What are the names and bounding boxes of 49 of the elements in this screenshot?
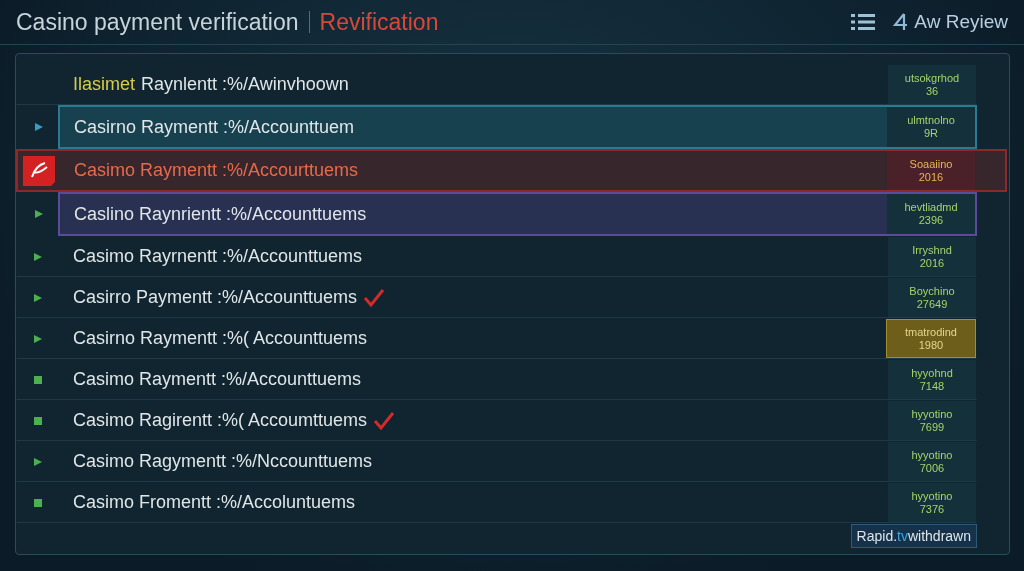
status-code: 36 xyxy=(925,84,939,98)
payment-row[interactable]: Casimo Raymentt :%/Accounttuems hyyohnd 7148 xyxy=(16,359,977,400)
status-code: 7006 xyxy=(919,461,945,475)
row-label: Casimo Ragirentt :%( Accoumttuems xyxy=(73,410,368,431)
status-code: 2016 xyxy=(918,170,944,184)
status-text: Soaaiino xyxy=(909,157,953,171)
row-label: Casirro Paymentt :%/Accounttuems xyxy=(73,287,358,308)
payment-row[interactable]: Casimo Fromentt :%/Accoluntuems hyyotino 7376 xyxy=(16,482,977,523)
payment-row[interactable]: Casimo Raymentt :%/Accourttuems Soaaiino 2016 xyxy=(16,149,1007,192)
status-code: 7148 xyxy=(919,379,945,393)
status-text: hyyohnd xyxy=(911,366,953,380)
list-button[interactable] xyxy=(849,11,878,33)
status-text: hevtliadmd xyxy=(904,201,958,214)
row-label: Casimo Ragymentt :%/Nccounttuems xyxy=(73,451,373,472)
status-text: tmatrodind xyxy=(905,325,957,339)
withdrawn-button[interactable]: Rapid.tvwithdrawn xyxy=(850,524,977,548)
list-icon xyxy=(851,13,876,31)
payment-row[interactable]: Casimo Rayrnentt :%/Accounttuems Irryshnd 2016 xyxy=(16,236,977,277)
payment-row[interactable]: Ilasimet Raynlentt :%/Awinvhoown utsokgrhod 36 xyxy=(16,64,977,105)
status-code: 1980 xyxy=(918,338,944,352)
status-code: 7376 xyxy=(919,502,945,516)
status-text: hyyotino xyxy=(911,489,953,503)
payment-row[interactable]: Casimo Ragymentt :%/Nccounttuems hyyotino 7006 xyxy=(16,441,977,482)
payment-row[interactable]: Casimo Ragirentt :%( Accoumttuems hyyotino 7699 xyxy=(16,400,977,441)
payment-row[interactable]: Casirno Raymentt :%( Accounttuems tmatrodind 1980 xyxy=(16,318,977,359)
status-text: hyyotino xyxy=(911,407,953,421)
status-code: 9R xyxy=(923,127,939,140)
row-label: Casimo Raymentt :%/Accourttuems xyxy=(74,160,359,181)
status-text: Boychino xyxy=(909,284,955,298)
row-label: Caslino Raynrientt :%/Accounttuems xyxy=(74,203,367,225)
row-label: Raynlentt :%/Awinvhoown xyxy=(141,74,349,95)
status-text: utsokgrhod xyxy=(904,71,960,85)
status-text: hyyotino xyxy=(911,448,953,462)
row-label: Casirno Raymentt :%( Accounttuems xyxy=(73,328,368,349)
status-code: 7699 xyxy=(919,420,945,434)
status-text: ulmtnolno xyxy=(907,114,955,127)
status-code: 2016 xyxy=(919,256,945,270)
review-link[interactable]: Aw Reyiew xyxy=(893,11,1008,33)
page-title: Casino payment verification xyxy=(16,8,299,36)
status-code: 27649 xyxy=(916,297,948,311)
status-text: Irryshnd xyxy=(912,243,952,257)
row-lead: Ilasimet xyxy=(73,74,135,95)
row-label: Casimo Fromentt :%/Accoluntuems xyxy=(73,492,356,513)
row-label: Casimo Raymentt :%/Accounttuems xyxy=(73,369,362,390)
row-label: Casirno Raymentt :%/Accounttuem xyxy=(74,116,355,138)
status-code: 2396 xyxy=(918,214,944,227)
row-label: Casimo Rayrnentt :%/Accounttuems xyxy=(73,246,363,267)
payment-row[interactable]: Casirro Paymentt :%/Accounttuems Boychino 27649 xyxy=(16,277,977,318)
page-subtitle: Revification xyxy=(319,8,439,36)
